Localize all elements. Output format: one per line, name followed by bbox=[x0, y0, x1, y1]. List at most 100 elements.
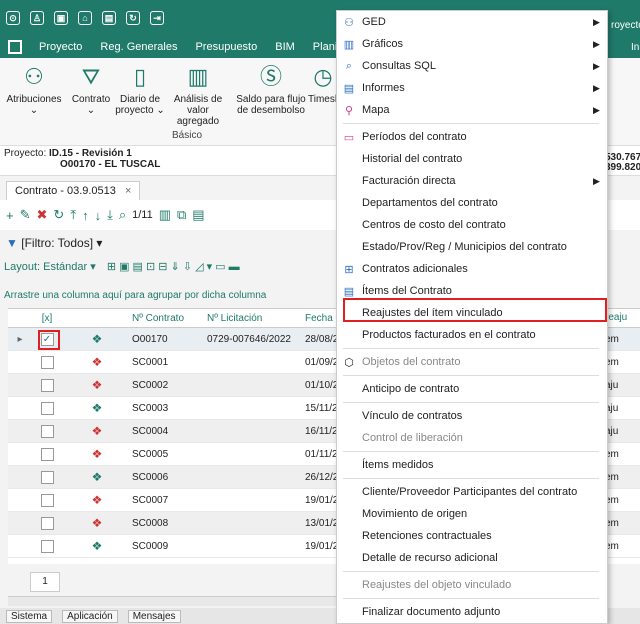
window-icon[interactable]: ▣ bbox=[54, 11, 68, 25]
menu-item-detalle-de-recurso-adicional[interactable]: Detalle de recurso adicional bbox=[337, 547, 607, 569]
row-checkbox[interactable] bbox=[32, 401, 62, 415]
row-checkbox[interactable] bbox=[32, 470, 62, 484]
exit-icon[interactable]: ⇥ bbox=[150, 11, 164, 25]
move-top-icon[interactable]: ⤒ bbox=[70, 207, 76, 223]
header-num-contrato[interactable]: Nº Contrato bbox=[132, 313, 207, 324]
menu-item-gr-ficos[interactable]: ▥ Gráficos ▶ bbox=[337, 33, 607, 55]
pager-input[interactable]: 1 bbox=[30, 572, 60, 592]
menu-item-per-odos-del-contrato[interactable]: ▭ Períodos del contrato bbox=[337, 126, 607, 148]
menu-item-label: Finalizar documento adjunto bbox=[362, 606, 501, 618]
horizontal-scrollbar[interactable] bbox=[8, 596, 348, 606]
menu-item-control-de-liberaci-n[interactable]: Control de liberación bbox=[337, 427, 607, 449]
menu-item-mapa[interactable]: ⚲ Mapa ▶ bbox=[337, 99, 607, 121]
checkbox[interactable] bbox=[40, 447, 54, 461]
menu-item-label: Gráficos bbox=[362, 38, 403, 50]
contrato-button[interactable]: ⛛ Contrato ⌄ bbox=[70, 64, 112, 116]
menu-item-contratos-adicionales[interactable]: ⊞ Contratos adicionales bbox=[337, 258, 607, 280]
checkbox[interactable] bbox=[40, 401, 54, 415]
cell-num-contrato: SC0001 bbox=[132, 356, 169, 368]
edit-icon[interactable]: ✎ bbox=[20, 207, 31, 223]
status-mensajes[interactable]: Mensajes bbox=[127, 609, 181, 623]
menu-item-informes[interactable]: ▤ Informes ▶ bbox=[337, 77, 607, 99]
menu-item-label: Historial del contrato bbox=[362, 153, 463, 165]
move-bottom-icon[interactable]: ⤓ bbox=[107, 207, 113, 223]
menu-item-anticipo-de-contrato[interactable]: Anticipo de contrato bbox=[337, 378, 607, 400]
checkbox[interactable] bbox=[40, 470, 54, 484]
timesheet-button[interactable]: ◷ Timeshe bbox=[308, 64, 346, 105]
diario-proyecto-button[interactable]: ▯ Diario de proyecto ⌄ bbox=[114, 64, 166, 116]
row-checkbox[interactable] bbox=[32, 378, 62, 392]
menu-reg-generales[interactable]: Reg. Generales bbox=[91, 41, 186, 53]
menu-item-centros-de-costo-del-contrato[interactable]: Centros de costo del contrato bbox=[337, 214, 607, 236]
menu-item-estado-prov-reg-municipios-del-contrato[interactable]: Estado/Prov/Reg / Municipios del contrat… bbox=[337, 236, 607, 258]
menu-proyecto[interactable]: Proyecto bbox=[30, 41, 91, 53]
cell-num-licitacion: 0729-007646/2022 bbox=[207, 333, 291, 345]
filter-icon: ▼ bbox=[6, 236, 18, 250]
layout-value: Estándar bbox=[43, 261, 88, 273]
atribuciones-button[interactable]: ⚇ Atribuciones ⌄ bbox=[4, 64, 64, 116]
status-aplicacion[interactable]: Aplicación bbox=[62, 609, 118, 623]
checkbox[interactable] bbox=[40, 493, 54, 507]
move-up-icon[interactable]: ↑ bbox=[82, 208, 89, 223]
menu-item-ged[interactable]: ⚇ GED ▶ bbox=[337, 11, 607, 33]
users-icon[interactable]: ♙ bbox=[30, 11, 44, 25]
menu-item-label: Estado/Prov/Reg / Municipios del contrat… bbox=[362, 241, 567, 253]
save-icon[interactable]: ▤ bbox=[102, 11, 116, 25]
home-icon[interactable]: ⌂ bbox=[78, 11, 92, 25]
layout-selector[interactable]: Layout: Estándar ▾ ⊞ ▣ ▤ ⊡ ⊟ ⇓ ⇩ ◿ ▾ ▭ ▬ bbox=[4, 260, 240, 273]
status-sistema[interactable]: Sistema bbox=[6, 609, 53, 623]
layout-label: Layout: bbox=[4, 261, 41, 273]
refresh-icon[interactable]: ↻ bbox=[53, 207, 64, 223]
app-menu-icon[interactable]: ⊙ bbox=[6, 11, 20, 25]
menu-item-finalizar-documento-adjunto[interactable]: Finalizar documento adjunto bbox=[337, 601, 607, 623]
checkbox[interactable] bbox=[40, 355, 54, 369]
cell-num-contrato: SC0004 bbox=[132, 425, 169, 437]
export-icon[interactable]: ⧉ bbox=[177, 207, 186, 223]
refresh-icon[interactable]: ↻ bbox=[126, 11, 140, 25]
analisis-valor-button[interactable]: ▥ Análisis de valor agregado bbox=[166, 64, 230, 127]
row-checkbox[interactable] bbox=[32, 516, 62, 530]
menu-item-label: GED bbox=[362, 16, 386, 28]
tab-contrato[interactable]: Contrato - 03.9.0513 × bbox=[6, 181, 141, 200]
row-checkbox[interactable] bbox=[32, 424, 62, 438]
row-checkbox[interactable] bbox=[32, 493, 62, 507]
document-icon[interactable]: ▤ bbox=[192, 207, 204, 223]
menu-bim[interactable]: BIM bbox=[266, 41, 304, 53]
saldo-flujo-button[interactable]: Ⓢ Saldo para flujo de desembolso bbox=[234, 64, 308, 116]
delete-icon[interactable]: ✖ bbox=[37, 207, 48, 223]
menu-item-retenciones-contractuales[interactable]: Retenciones contractuales bbox=[337, 525, 607, 547]
chevron-right-icon: ▶ bbox=[593, 60, 600, 71]
chevron-right-icon: ▶ bbox=[593, 38, 600, 49]
checkbox[interactable] bbox=[40, 539, 54, 553]
search-icon[interactable]: ⌕ bbox=[119, 207, 126, 223]
columns-icon[interactable]: ▥ bbox=[159, 207, 171, 223]
row-checkbox[interactable] bbox=[32, 355, 62, 369]
menu-item-reajustes-del-objeto-vinculado[interactable]: Reajustes del objeto vinculado bbox=[337, 574, 607, 596]
menu-item-productos-facturados-en-el-contrato[interactable]: Productos facturados en el contrato bbox=[337, 324, 607, 346]
filter-selector[interactable]: ▼ [Filtro: Todos] ▾ bbox=[6, 236, 102, 250]
menu-item-consultas-sql[interactable]: ⌕ Consultas SQL ▶ bbox=[337, 55, 607, 77]
menu-item-departamentos-del-contrato[interactable]: Departamentos del contrato bbox=[337, 192, 607, 214]
menu-separator bbox=[343, 375, 599, 376]
menu-presupuesto[interactable]: Presupuesto bbox=[186, 41, 266, 53]
menu-item-v-nculo-de-contratos[interactable]: Vínculo de contratos bbox=[337, 405, 607, 427]
menu-item-objetos-del-contrato[interactable]: ⬡ Objetos del contrato bbox=[337, 351, 607, 373]
checkbox[interactable] bbox=[40, 378, 54, 392]
header-num-licitacion[interactable]: Nº Licitación bbox=[207, 313, 305, 324]
checkbox[interactable] bbox=[40, 424, 54, 438]
move-down-icon[interactable]: ↓ bbox=[95, 208, 102, 223]
menu-item-label: Contratos adicionales bbox=[362, 263, 468, 275]
menu-item-label: Vínculo de contratos bbox=[362, 410, 463, 422]
row-checkbox[interactable] bbox=[32, 447, 62, 461]
add-icon[interactable]: + bbox=[6, 208, 14, 223]
menu-item-facturaci-n-directa[interactable]: Facturación directa ▶ bbox=[337, 170, 607, 192]
row-checkbox[interactable] bbox=[32, 539, 62, 553]
menu-item-movimiento-de-origen[interactable]: Movimiento de origen bbox=[337, 503, 607, 525]
close-icon[interactable]: × bbox=[125, 185, 131, 197]
menu-item-cliente-proveedor-participantes-del-contrato[interactable]: Cliente/Proveedor Participantes del cont… bbox=[337, 481, 607, 503]
menu-item-tems-medidos[interactable]: Ítems medidos bbox=[337, 454, 607, 476]
header-check[interactable]: [x] bbox=[32, 313, 62, 324]
checkbox[interactable] bbox=[40, 516, 54, 530]
dollar-icon: Ⓢ bbox=[259, 64, 282, 89]
menu-item-historial-del-contrato[interactable]: Historial del contrato bbox=[337, 148, 607, 170]
